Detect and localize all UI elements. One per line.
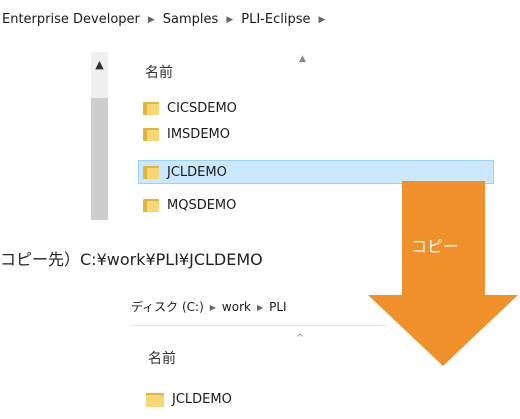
chevron-right-icon[interactable]: ▶ <box>210 303 216 312</box>
sort-ascending-icon: ^ <box>296 333 305 344</box>
breadcrumb-work[interactable]: work <box>222 300 251 314</box>
breadcrumb-pli[interactable]: PLI <box>269 300 286 314</box>
address-bar[interactable]: ディスク (C:) ▶ work ▶ PLI <box>131 298 287 315</box>
column-header-name[interactable]: 名前 <box>148 348 176 368</box>
folder-icon <box>146 392 164 407</box>
chevron-right-icon[interactable]: ▶ <box>257 303 263 312</box>
divider <box>131 325 388 326</box>
copy-arrow-label: コピー <box>411 237 460 256</box>
folder-name: JCLDEMO <box>172 392 232 407</box>
breadcrumb-disk-c[interactable]: ディスク (C:) <box>131 298 204 315</box>
copy-arrow-icon <box>368 181 518 366</box>
folder-row[interactable]: JCLDEMO <box>146 392 232 407</box>
